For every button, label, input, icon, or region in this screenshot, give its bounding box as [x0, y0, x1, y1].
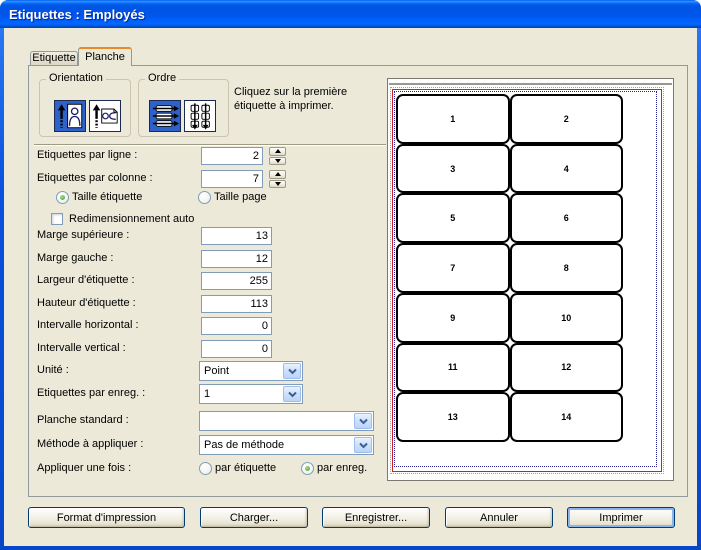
tab-panel-planche: Orientation — [28, 65, 688, 497]
preview-label-cell[interactable]: 7 — [396, 243, 510, 293]
imprimer-button[interactable]: Imprimer — [567, 507, 675, 528]
landscape-page-up-arrow-icon — [90, 101, 120, 131]
preview-label-cell[interactable]: 2 — [510, 94, 624, 144]
preview-label-cell[interactable]: 3 — [396, 144, 510, 194]
v-gap-label: Intervalle vertical : — [37, 342, 126, 354]
margin-left-label: Marge gauche : — [37, 252, 113, 264]
h-gap-label: Intervalle horizontal : — [37, 319, 139, 331]
enregistrer-button[interactable]: Enregistrer... — [322, 507, 430, 528]
dropdown-arrow-icon[interactable] — [283, 363, 301, 379]
annuler-button[interactable]: Annuler — [445, 507, 553, 528]
sheet-preview-panel: 1234567891011121314 — [387, 78, 674, 481]
per-column-label: Etiquettes par colonne : — [37, 172, 153, 184]
preview-grid: 1234567891011121314 — [396, 94, 623, 442]
format-impression-button[interactable]: Format d'impression — [28, 507, 185, 528]
portrait-page-person-up-arrow-icon — [55, 101, 85, 131]
dropdown-arrow-icon[interactable] — [283, 386, 301, 402]
method-value: Pas de méthode — [204, 439, 284, 451]
separator-line — [34, 144, 386, 146]
preview-label-cell[interactable]: 6 — [510, 193, 624, 243]
row-order-right-arrows-icon — [150, 101, 180, 131]
par-enreg-label: par enreg. — [317, 462, 367, 474]
dialog-window: Etiquettes : Employés Etiquette Planche … — [0, 0, 701, 550]
orientation-landscape-button[interactable] — [89, 100, 121, 132]
taille-page-radio[interactable] — [198, 191, 211, 204]
dropdown-arrow-icon[interactable] — [354, 413, 372, 429]
label-width-label: Largeur d'étiquette : — [37, 274, 135, 286]
preview-label-cell[interactable]: 13 — [396, 392, 510, 442]
label-height-label: Hauteur d'étiquette : — [37, 297, 136, 309]
auto-resize-label: Redimensionnement auto — [69, 213, 194, 225]
preview-label-cell[interactable]: 14 — [510, 392, 624, 442]
standard-sheet-label: Planche standard : — [37, 414, 129, 426]
first-label-hint-text: Cliquez sur la première étiquette à impr… — [234, 85, 374, 113]
h-gap-input[interactable] — [201, 317, 272, 335]
taille-etiquette-radio[interactable] — [56, 191, 69, 204]
taille-page-label: Taille page — [214, 191, 267, 203]
preview-label-cell[interactable]: 4 — [510, 144, 624, 194]
spin-up-icon[interactable] — [269, 170, 286, 179]
preview-label-cell[interactable]: 10 — [510, 293, 624, 343]
method-label: Méthode à appliquer : — [37, 438, 143, 450]
label-height-input[interactable] — [201, 295, 272, 313]
per-record-select[interactable]: 1 — [199, 384, 303, 404]
ordre-group-label: Ordre — [145, 72, 179, 84]
dialog-body: Etiquette Planche Orientation — [4, 28, 697, 546]
column-order-down-arrows-icon — [185, 101, 215, 131]
preview-label-cell[interactable]: 8 — [510, 243, 624, 293]
spin-down-icon[interactable] — [269, 180, 286, 189]
unit-label: Unité : — [37, 364, 69, 376]
label-width-input[interactable] — [201, 272, 272, 290]
tab-etiquette[interactable]: Etiquette — [30, 51, 78, 65]
taille-etiquette-label: Taille étiquette — [72, 191, 142, 203]
dropdown-arrow-icon[interactable] — [354, 437, 372, 453]
orientation-portrait-button[interactable] — [54, 100, 86, 132]
orientation-group-label: Orientation — [46, 72, 106, 84]
spin-up-icon[interactable] — [269, 147, 286, 156]
per-record-value: 1 — [204, 388, 210, 400]
standard-sheet-select[interactable] — [199, 411, 374, 431]
margin-top-input[interactable] — [201, 227, 272, 245]
page-edge-bar — [389, 83, 672, 85]
charger-button[interactable]: Charger... — [200, 507, 308, 528]
preview-label-cell[interactable]: 11 — [396, 343, 510, 393]
v-gap-input[interactable] — [201, 340, 272, 358]
window-title: Etiquettes : Employés — [9, 7, 145, 22]
par-enreg-radio[interactable] — [301, 462, 314, 475]
preview-label-cell[interactable]: 12 — [510, 343, 624, 393]
spin-down-icon[interactable] — [269, 157, 286, 166]
tab-planche[interactable]: Planche — [78, 47, 132, 66]
unit-select[interactable]: Point — [199, 361, 303, 381]
margin-left-input[interactable] — [201, 250, 272, 268]
ordre-horizontal-button[interactable] — [149, 100, 181, 132]
method-select[interactable]: Pas de méthode — [199, 435, 374, 455]
ordre-vertical-button[interactable] — [184, 100, 216, 132]
per-column-spinner[interactable] — [269, 170, 286, 188]
margin-top-label: Marge supérieure : — [37, 229, 129, 241]
titlebar[interactable]: Etiquettes : Employés — [0, 0, 701, 28]
auto-resize-checkbox[interactable] — [51, 213, 63, 225]
per-line-spinner[interactable] — [269, 147, 286, 165]
apply-once-label: Appliquer une fois : — [37, 462, 131, 474]
per-line-label: Etiquettes par ligne : — [37, 149, 137, 161]
per-line-input[interactable] — [201, 147, 263, 165]
per-record-label: Etiquettes par enreg. : — [37, 387, 145, 399]
par-etiquette-label: par étiquette — [215, 462, 276, 474]
preview-label-cell[interactable]: 1 — [396, 94, 510, 144]
par-etiquette-radio[interactable] — [199, 462, 212, 475]
preview-label-cell[interactable]: 5 — [396, 193, 510, 243]
unit-value: Point — [204, 365, 229, 377]
preview-label-cell[interactable]: 9 — [396, 293, 510, 343]
per-column-input[interactable] — [201, 170, 263, 188]
